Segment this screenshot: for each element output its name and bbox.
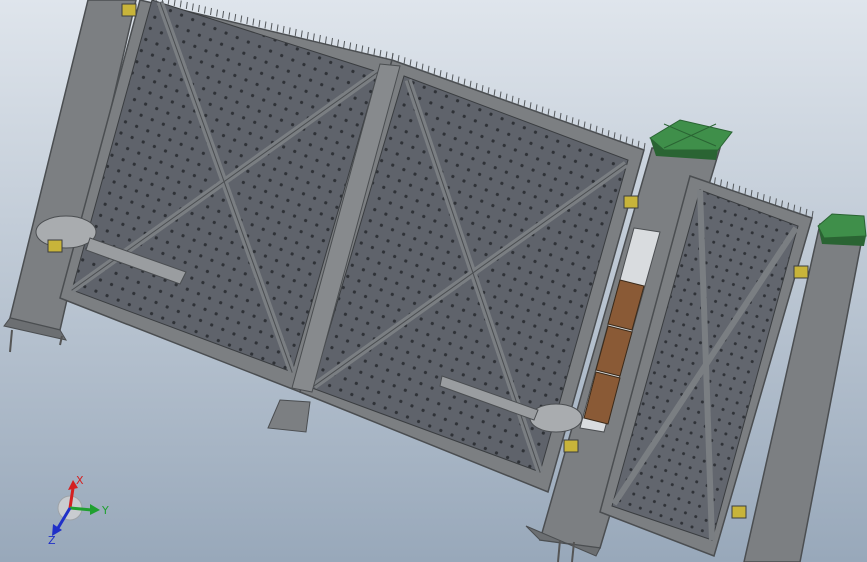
z-axis-label: Z bbox=[48, 534, 56, 547]
cad-viewport[interactable]: X Y Z bbox=[0, 0, 867, 562]
y-axis-label: Y bbox=[101, 504, 109, 517]
gate-model-render[interactable] bbox=[0, 0, 867, 562]
axis-triad: X Y Z bbox=[48, 474, 109, 547]
x-axis-label: X bbox=[76, 474, 84, 487]
